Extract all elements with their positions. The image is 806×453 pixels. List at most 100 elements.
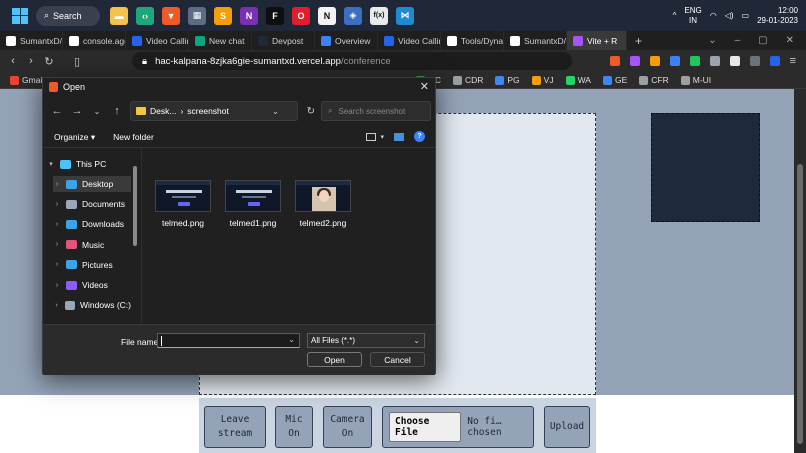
onenote-icon[interactable]: N xyxy=(240,6,258,25)
file-type-select[interactable]: All Files (*.*) ⌄ xyxy=(307,333,425,348)
sublime-icon[interactable]: S xyxy=(214,6,232,25)
maximize-icon[interactable]: ▢ xyxy=(758,35,767,46)
figma-icon[interactable]: F xyxy=(266,6,284,25)
close-icon[interactable]: ✕ xyxy=(420,80,429,93)
tab-search-icon[interactable]: ⌄ xyxy=(708,35,716,46)
drop-extension-icon[interactable] xyxy=(669,56,680,66)
chevron-down-icon[interactable]: ▾ xyxy=(47,160,55,168)
bookmark-item[interactable]: GE xyxy=(602,75,627,85)
cancel-button[interactable]: Cancel xyxy=(370,352,425,367)
file-item[interactable]: telmed.png xyxy=(151,176,215,228)
sound-extension-icon[interactable] xyxy=(709,56,720,66)
file-explorer-icon[interactable]: ▬ xyxy=(110,6,128,25)
bookmark-item[interactable]: M-UI xyxy=(680,75,711,85)
breadcrumb-part-2[interactable]: screenshot xyxy=(187,106,229,116)
bookmark-icon[interactable]: ▯ xyxy=(68,55,86,68)
menu-icon[interactable]: ≡ xyxy=(790,55,796,67)
sidebar-item-downloads[interactable]: › Downloads xyxy=(53,216,131,232)
chevron-right-icon[interactable]: › xyxy=(53,181,61,188)
bookmark-item[interactable]: CDR xyxy=(452,75,483,85)
chevron-right-icon[interactable]: › xyxy=(53,282,61,289)
forward-icon[interactable]: › xyxy=(22,55,40,67)
wifi-icon[interactable]: ◠ xyxy=(710,11,717,20)
sidebar-item-this-pc[interactable]: ▾ This PC xyxy=(47,156,137,172)
vscode-icon[interactable]: ⋈ xyxy=(396,6,414,25)
organize-button[interactable]: Organize ▾ xyxy=(54,132,95,143)
sidebar-item-videos[interactable]: › Videos xyxy=(53,277,131,293)
file-name-input[interactable]: ⌄ xyxy=(157,333,300,348)
close-window-icon[interactable]: ✕ xyxy=(786,35,794,46)
bluej-icon[interactable]: ‹› xyxy=(136,6,154,25)
sidebar-item-documents[interactable]: › Documents xyxy=(53,196,131,212)
camera-toggle-button[interactable]: Camera On xyxy=(323,406,372,448)
browser-tab[interactable]: Video Calling xyxy=(126,31,189,50)
upload-button[interactable]: Upload xyxy=(544,406,590,448)
volume-icon[interactable]: ◁) xyxy=(725,11,734,20)
browser-tab[interactable]: console.ago xyxy=(63,31,126,50)
browser-tab[interactable]: SumantxD/t xyxy=(0,31,63,50)
page-scrollbar[interactable] xyxy=(794,89,806,453)
navigation-scrollbar[interactable] xyxy=(133,166,137,246)
help-icon[interactable]: ? xyxy=(414,131,425,142)
notion-icon[interactable]: N xyxy=(318,6,336,25)
brave-icon[interactable]: ▼ xyxy=(162,6,180,25)
browser-tab[interactable]: SumantxD/l xyxy=(504,31,567,50)
sidebar-item-windows-c[interactable]: › Windows (C:) xyxy=(53,297,131,313)
taskbar-search[interactable]: ⌕ Search xyxy=(36,5,100,26)
browser-tab[interactable]: Devpost xyxy=(252,31,315,50)
bookmark-item[interactable]: CFR xyxy=(639,75,669,85)
up-arrow-icon[interactable]: ↑ xyxy=(107,105,127,117)
virtualbox-icon[interactable]: ◈ xyxy=(344,6,362,25)
browser-tab[interactable]: Tools/Dyna xyxy=(441,31,504,50)
preview-pane-icon[interactable] xyxy=(394,132,404,141)
puzzle-icon[interactable] xyxy=(729,56,740,66)
chevron-right-icon[interactable]: › xyxy=(53,261,61,268)
sidebar-item-pictures[interactable]: › Pictures xyxy=(53,257,131,273)
dialog-title-bar[interactable]: Open xyxy=(43,78,435,96)
view-mode-icon[interactable] xyxy=(366,132,377,141)
url-field[interactable]: 🔒︎ hac-kalpana-8zjka6gie-sumantxd.vercel… xyxy=(132,52,572,70)
browser-tab[interactable]: Video Calling xyxy=(378,31,441,50)
chevron-down-icon[interactable]: ⌄ xyxy=(272,106,279,117)
view-dropdown-icon[interactable]: ▾ xyxy=(380,133,384,141)
back-arrow-icon[interactable]: ← xyxy=(47,105,67,117)
chevron-right-icon[interactable]: › xyxy=(53,302,60,309)
breadcrumb[interactable]: Desk... › screenshot ⌄ ↻ xyxy=(130,101,315,121)
opera-icon[interactable]: O xyxy=(292,6,310,25)
chevron-down-icon[interactable]: ⌄ xyxy=(288,335,295,344)
bookmark-item[interactable]: PG xyxy=(495,75,520,85)
dialog-search-input[interactable]: ⌕ Search screenshot xyxy=(321,101,431,121)
battery-icon[interactable]: ▭ xyxy=(742,11,750,20)
breadcrumb-part-1[interactable]: Desk... xyxy=(150,106,176,116)
chevron-right-icon[interactable]: › xyxy=(53,241,61,248)
browser-tab[interactable]: Vite + R xyxy=(567,31,627,50)
windows-start-icon[interactable] xyxy=(12,7,28,24)
brave-rewards-icon[interactable] xyxy=(629,56,640,66)
back-icon[interactable]: ‹ xyxy=(4,55,22,67)
sidebar-item-desktop[interactable]: › Desktop xyxy=(53,176,131,192)
open-button[interactable]: Open xyxy=(307,352,362,367)
language-indicator[interactable]: ENG IN xyxy=(684,6,701,26)
new-folder-button[interactable]: New folder xyxy=(113,132,154,142)
browser-tab[interactable]: Overview xyxy=(315,31,378,50)
clock[interactable]: 12:00 29-01-2023 xyxy=(757,6,798,26)
refresh-icon[interactable]: ↻ xyxy=(307,106,315,117)
page-scrollbar-thumb[interactable] xyxy=(797,164,803,444)
plus-extension-icon[interactable] xyxy=(689,56,700,66)
choose-file-button[interactable]: Choose File xyxy=(389,412,462,442)
forward-arrow-icon[interactable]: → xyxy=(67,105,87,117)
bookmark-item[interactable]: VJ xyxy=(531,75,554,85)
fx-app-icon[interactable]: f(x) xyxy=(370,6,388,25)
sidebar-toggle-icon[interactable] xyxy=(749,56,760,66)
bookmark-item[interactable]: Gmail xyxy=(10,75,44,85)
wallet-icon[interactable] xyxy=(769,56,780,66)
chevron-up-icon[interactable]: ^ xyxy=(673,11,677,20)
file-item[interactable]: telmed2.png xyxy=(291,176,355,228)
browser-tab[interactable]: New chat xyxy=(189,31,252,50)
recent-dropdown-icon[interactable]: ⌄ xyxy=(87,107,107,116)
calculator-icon[interactable]: ▦ xyxy=(188,6,206,25)
chevron-right-icon[interactable]: › xyxy=(53,201,61,208)
bookmark-item[interactable]: WA xyxy=(565,75,591,85)
reload-icon[interactable]: ↻ xyxy=(40,55,58,68)
leave-stream-button[interactable]: Leave stream xyxy=(204,406,266,448)
